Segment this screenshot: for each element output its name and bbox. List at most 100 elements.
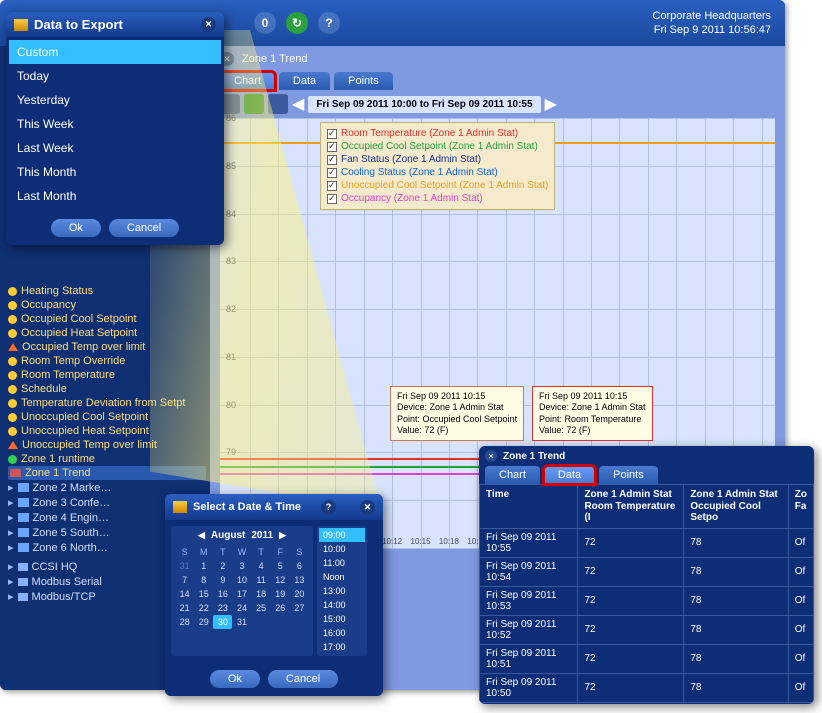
calendar-day[interactable]: 6 (290, 559, 309, 573)
calendar-day[interactable]: 28 (175, 615, 194, 629)
help-icon[interactable]: ? (318, 12, 340, 34)
calendar-day[interactable]: 13 (290, 573, 309, 587)
calendar-day[interactable]: 15 (194, 587, 213, 601)
calendar-day[interactable]: 27 (290, 601, 309, 615)
calendar-day[interactable]: 7 (175, 573, 194, 587)
checkbox-icon[interactable] (327, 181, 337, 191)
cancel-button[interactable]: Cancel (268, 670, 338, 688)
calendar-day[interactable]: 2 (213, 559, 232, 573)
time-slot[interactable]: 10:00 (319, 542, 365, 556)
tab-data[interactable]: Data (544, 466, 595, 484)
tree-folder[interactable]: ▸Zone 2 Marke… (8, 480, 206, 495)
tree-item[interactable]: Occupied Heat Setpoint (8, 326, 206, 340)
time-slot[interactable]: 11:00 (319, 556, 365, 570)
calendar-day[interactable]: 11 (252, 573, 271, 587)
calendar-day[interactable]: 20 (290, 587, 309, 601)
calendar-day[interactable]: 19 (271, 587, 290, 601)
export-option[interactable]: Today (9, 64, 221, 88)
export-option[interactable]: This Week (9, 112, 221, 136)
calendar-day[interactable]: 29 (194, 615, 213, 629)
tree-item[interactable]: Room Temperature (8, 368, 206, 382)
table-row[interactable]: Fri Sep 09 2011 10:517278Of (480, 644, 814, 673)
tab-chart[interactable]: Chart (485, 466, 540, 484)
date-range[interactable]: Fri Sep 09 2011 10:00 to Fri Sep 09 2011… (308, 96, 540, 113)
calendar-day[interactable]: 17 (232, 587, 251, 601)
legend-item[interactable]: Occupancy (Zone 1 Admin Stat) (327, 192, 548, 205)
help-icon[interactable]: ? (321, 500, 336, 515)
legend-item[interactable]: Unoccupied Cool Setpoint (Zone 1 Admin S… (327, 179, 548, 192)
tree-item[interactable]: Zone 1 Trend (8, 466, 206, 480)
calendar-day[interactable]: 14 (175, 587, 194, 601)
tab-chart[interactable]: Chart (220, 72, 275, 90)
calendar-day[interactable]: 24 (232, 601, 251, 615)
calendar-day[interactable]: 23 (213, 601, 232, 615)
col-time[interactable]: Time (480, 485, 578, 529)
range-next-icon[interactable]: ▶ (545, 94, 557, 114)
checkbox-icon[interactable] (327, 155, 337, 165)
calendar-day[interactable]: 30 (213, 615, 232, 629)
alert-badge[interactable]: 0 (254, 12, 276, 34)
calendar-day[interactable]: 18 (252, 587, 271, 601)
tree-item[interactable]: Room Temp Override (8, 354, 206, 368)
calendar-day[interactable]: 9 (213, 573, 232, 587)
table-row[interactable]: Fri Sep 09 2011 10:507278Of (480, 673, 814, 702)
calendar-day[interactable]: 22 (194, 601, 213, 615)
calendar[interactable]: ◀ August 2011 ▶ SMTWTFS 3112345678910111… (171, 526, 313, 656)
prev-month-icon[interactable]: ◀ (198, 530, 205, 541)
tree-item[interactable]: Occupied Cool Setpoint (8, 312, 206, 326)
export-option[interactable]: Last Month (9, 184, 221, 208)
tree-item[interactable]: Unoccupied Cool Setpoint (8, 410, 206, 424)
tree-item[interactable]: Schedule (8, 382, 206, 396)
calendar-day[interactable]: 1 (194, 559, 213, 573)
tree-item[interactable]: Occupancy (8, 298, 206, 312)
checkbox-icon[interactable] (327, 142, 337, 152)
export-option[interactable]: Yesterday (9, 88, 221, 112)
checkbox-icon[interactable] (327, 129, 337, 139)
time-slot[interactable]: 16:00 (319, 626, 365, 640)
calendar-day[interactable]: 31 (175, 559, 194, 573)
tab-points[interactable]: Points (334, 72, 393, 90)
calendar-day[interactable]: 3 (232, 559, 251, 573)
tree-item[interactable]: Unoccupied Heat Setpoint (8, 424, 206, 438)
export-icon[interactable] (244, 94, 264, 114)
table-row[interactable]: Fri Sep 09 2011 10:537278Of (480, 586, 814, 615)
refresh-icon[interactable]: ↻ (286, 12, 308, 34)
time-slot[interactable]: 17:00 (319, 640, 365, 654)
export-option[interactable]: Custom (9, 40, 221, 64)
col-coolsetpt[interactable]: Zone 1 Admin StatOccupied Cool Setpo (684, 485, 788, 529)
next-month-icon[interactable]: ▶ (279, 530, 286, 541)
range-prev-icon[interactable]: ◀ (292, 94, 304, 114)
calendar-day[interactable]: 4 (252, 559, 271, 573)
tree-item[interactable]: Heating Status (8, 284, 206, 298)
legend-item[interactable]: Occupied Cool Setpoint (Zone 1 Admin Sta… (327, 140, 548, 153)
tab-points[interactable]: Points (599, 466, 658, 484)
calendar-day[interactable]: 31 (232, 615, 251, 629)
checkbox-icon[interactable] (327, 168, 337, 178)
cancel-button[interactable]: Cancel (109, 219, 179, 237)
calendar-day[interactable]: 16 (213, 587, 232, 601)
legend-item[interactable]: Fan Status (Zone 1 Admin Stat) (327, 153, 548, 166)
calendar-day[interactable]: 12 (271, 573, 290, 587)
time-slot[interactable]: 15:00 (319, 612, 365, 626)
tab-data[interactable]: Data (279, 72, 330, 90)
refresh-chart-icon[interactable] (268, 94, 288, 114)
calendar-day[interactable]: 26 (271, 601, 290, 615)
calendar-day[interactable]: 10 (232, 573, 251, 587)
time-slot[interactable]: 13:00 (319, 584, 365, 598)
export-option[interactable]: This Month (9, 160, 221, 184)
calendar-day[interactable]: 8 (194, 573, 213, 587)
time-slot[interactable]: 14:00 (319, 598, 365, 612)
legend-item[interactable]: Room Temperature (Zone 1 Admin Stat) (327, 127, 548, 140)
ok-button[interactable]: Ok (51, 219, 101, 237)
tree-item[interactable]: Zone 1 runtime (8, 452, 206, 466)
col-roomtemp[interactable]: Zone 1 Admin StatRoom Temperature (I (578, 485, 684, 529)
tree-item[interactable]: Occupied Temp over limit (8, 340, 206, 354)
data-table[interactable]: Time Zone 1 Admin StatRoom Temperature (… (479, 484, 814, 704)
time-list[interactable]: 09:0010:0011:00Noon13:0014:0015:0016:001… (317, 526, 367, 656)
close-icon[interactable]: ✕ (485, 450, 497, 462)
calendar-grid[interactable]: SMTWTFS 31123456789101112131415161718192… (175, 545, 309, 629)
close-icon[interactable]: ✕ (360, 500, 375, 515)
time-slot[interactable]: 09:00 (319, 528, 365, 542)
table-row[interactable]: Fri Sep 09 2011 10:547278Of (480, 557, 814, 586)
checkbox-icon[interactable] (327, 194, 337, 204)
